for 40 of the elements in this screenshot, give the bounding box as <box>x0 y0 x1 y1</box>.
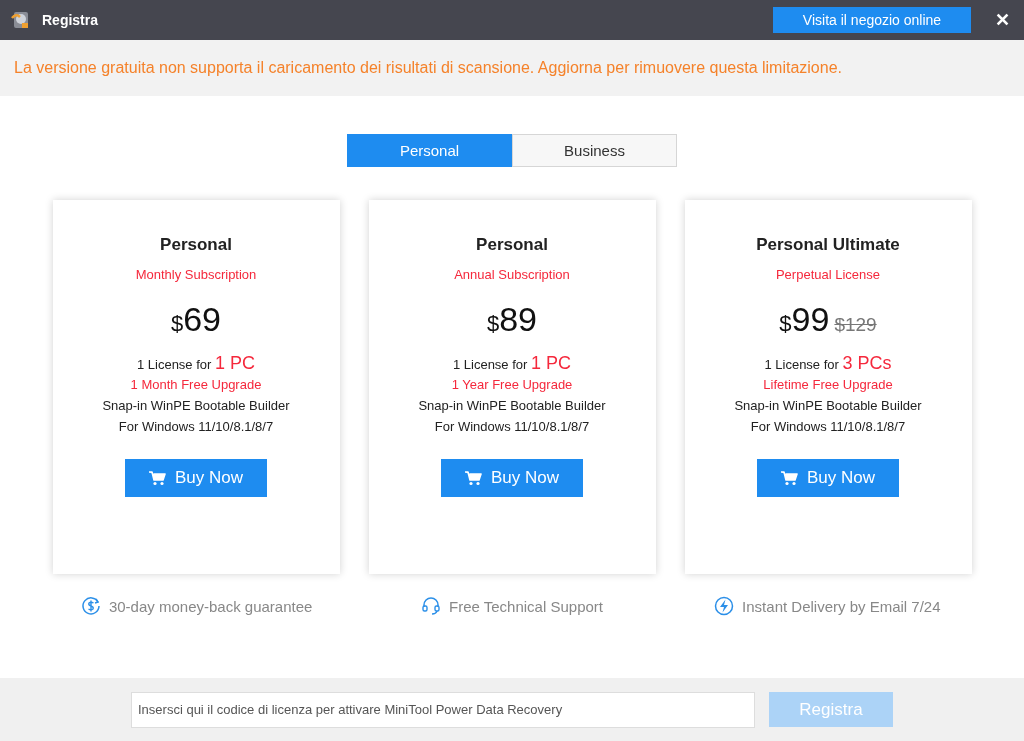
window-title: Registra <box>42 12 99 28</box>
upgrade-text: 1 Year Free Upgrade <box>451 377 573 392</box>
upgrade-text: 1 Month Free Upgrade <box>130 377 262 392</box>
plan-title: Personal <box>476 235 548 255</box>
cart-icon <box>465 470 482 486</box>
store-button[interactable]: Visita il negozio online <box>773 7 971 33</box>
plan-title: Personal Ultimate <box>756 235 900 255</box>
dollar-icon <box>80 596 101 616</box>
notice-text: La versione gratuita non supporta il caricamento dei risultati di scansione. Aggiorna per rimuovere questa limitazione. <box>14 59 842 77</box>
price: $69 <box>170 300 222 339</box>
license-text: 1 License for 1 PC <box>136 353 256 374</box>
feature-text: Snap-in WinPE Bootable Builder <box>734 398 922 413</box>
feature-text: Snap-in WinPE Bootable Builder <box>418 398 606 413</box>
price: $89 <box>486 300 538 339</box>
license-text: 1 License for 1 PC <box>452 353 572 374</box>
feature-text: For Windows 11/10/8.1/8/7 <box>750 419 906 434</box>
close-button[interactable]: ✕ <box>991 9 1014 31</box>
license-text: 1 License for 3 PCs <box>764 353 892 374</box>
feature-text: For Windows 11/10/8.1/8/7 <box>118 419 274 434</box>
cart-icon <box>781 470 798 486</box>
buy-now-button[interactable]: Buy Now <box>441 459 583 497</box>
feature-text: Snap-in WinPE Bootable Builder <box>102 398 290 413</box>
tab[interactable]: Personal <box>347 134 512 167</box>
plan-title: Personal <box>160 235 232 255</box>
guarantee-text: Free Technical Support <box>449 597 603 615</box>
plan-subtitle: Annual Subscription <box>454 267 570 282</box>
buy-now-button[interactable]: Buy Now <box>125 459 267 497</box>
guarantee-text: Instant Delivery by Email 7/24 <box>742 597 941 615</box>
lightning-icon <box>714 596 735 616</box>
guarantee-text: 30-day money-back guarantee <box>108 597 313 615</box>
price: $99 <box>779 300 830 339</box>
plan-subtitle: Perpetual License <box>775 267 881 282</box>
cart-icon <box>149 470 166 486</box>
feature-text: For Windows 11/10/8.1/8/7 <box>434 419 590 434</box>
tab[interactable]: Business <box>512 134 677 167</box>
old-price: $129 <box>834 314 877 336</box>
plan-subtitle: Monthly Subscription <box>135 267 257 282</box>
upgrade-text: Lifetime Free Upgrade <box>763 377 893 392</box>
buy-now-button[interactable]: Buy Now <box>757 459 899 497</box>
headset-icon <box>421 596 441 616</box>
